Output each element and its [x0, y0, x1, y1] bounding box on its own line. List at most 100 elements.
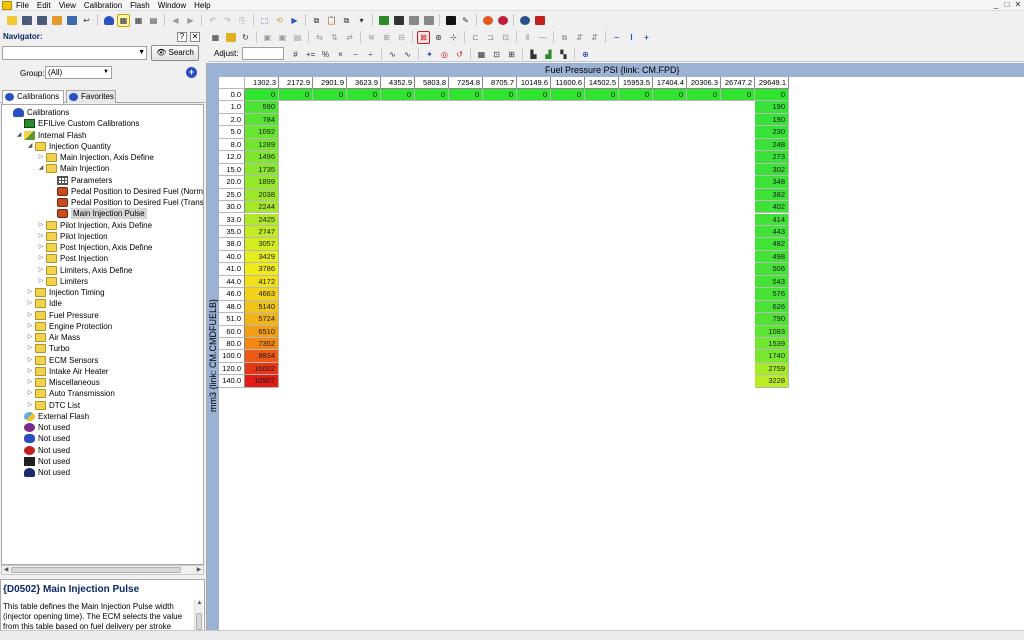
table-cell[interactable] [381, 101, 415, 114]
select-region-icon[interactable]: ⬚ [258, 14, 271, 27]
open-file-icon[interactable] [50, 14, 63, 27]
table-cell[interactable] [551, 375, 585, 388]
table-cell[interactable] [483, 263, 517, 276]
column-header[interactable]: 2901.9 [313, 77, 347, 89]
table-cell[interactable] [381, 138, 415, 152]
table-cell[interactable] [381, 375, 415, 388]
table-cell[interactable] [313, 213, 347, 226]
expand-icon[interactable]: ▷ [37, 265, 45, 276]
table-cell[interactable] [381, 338, 415, 351]
close-window-icon[interactable]: ✕ [1012, 0, 1024, 10]
table-cell[interactable] [347, 362, 381, 376]
table-cell[interactable] [313, 300, 347, 314]
table-cell[interactable]: 5724 [245, 313, 279, 326]
table-cell[interactable] [585, 188, 619, 202]
table-cell[interactable] [313, 138, 347, 152]
table-cell[interactable] [415, 213, 449, 226]
table-cell[interactable] [449, 213, 483, 226]
table-cell[interactable] [721, 338, 755, 351]
table-cell[interactable] [347, 375, 381, 388]
table-cell[interactable] [653, 163, 687, 177]
table-cell[interactable] [653, 313, 687, 326]
table-cell[interactable]: 2425 [245, 213, 279, 226]
table-cell[interactable] [687, 338, 721, 351]
table-cell[interactable] [381, 151, 415, 164]
expand-icon[interactable]: ◢ [15, 130, 23, 141]
table-cell[interactable] [517, 238, 551, 251]
table-cell[interactable] [721, 375, 755, 388]
table-cell[interactable] [653, 263, 687, 276]
table-cell[interactable] [415, 176, 449, 189]
table-cell[interactable] [721, 313, 755, 326]
table-cell[interactable] [619, 113, 653, 127]
table-cell[interactable] [347, 263, 381, 276]
compass-icon[interactable]: ✦ [423, 48, 436, 61]
table-cell[interactable]: 790 [755, 313, 789, 326]
map-icon[interactable]: ⊠ [417, 30, 430, 44]
row-header[interactable]: 41.0 [219, 263, 245, 276]
connect-icon[interactable] [518, 14, 531, 27]
table-cell[interactable] [415, 275, 449, 289]
row-header[interactable]: 120.0 [219, 362, 245, 376]
table-cell[interactable] [415, 126, 449, 139]
table-cell[interactable] [449, 250, 483, 264]
table-cell[interactable] [279, 275, 313, 289]
menu-calibration[interactable]: Calibration [84, 1, 122, 10]
group-select[interactable]: (All) ▼ [45, 66, 112, 79]
grid-view-icon[interactable]: ▤ [147, 14, 160, 27]
column-header[interactable]: 20306.3 [687, 77, 721, 89]
table-cell[interactable] [517, 176, 551, 189]
table-cell[interactable]: 0 [381, 89, 415, 102]
table-cell[interactable] [687, 238, 721, 251]
table-cell[interactable] [313, 250, 347, 264]
table-cell[interactable] [347, 225, 381, 239]
table-cell[interactable] [721, 362, 755, 376]
table-cell[interactable] [721, 213, 755, 226]
table-cell[interactable] [449, 201, 483, 214]
table-cell[interactable] [551, 213, 585, 226]
table-cell[interactable] [347, 313, 381, 326]
table-cell[interactable]: 0 [347, 89, 381, 102]
tree-horizontal-scrollbar[interactable]: ◀ ▶ [1, 565, 204, 575]
scroll-right-icon[interactable]: ▶ [195, 565, 203, 575]
table-cell[interactable] [279, 263, 313, 276]
table-cell[interactable]: 0 [687, 89, 721, 102]
table-cell[interactable] [551, 126, 585, 139]
table-cell[interactable] [483, 288, 517, 301]
chip-icon[interactable] [444, 14, 457, 27]
row-header[interactable]: 8.0 [219, 138, 245, 152]
table-cell[interactable] [551, 151, 585, 164]
expand-icon[interactable]: ▷ [26, 377, 34, 388]
table-cell[interactable] [449, 101, 483, 114]
table-cell[interactable] [483, 338, 517, 351]
table-cell[interactable]: 8834 [245, 350, 279, 363]
table-cell[interactable] [551, 238, 585, 251]
table-cell[interactable] [619, 201, 653, 214]
table-cell[interactable] [551, 338, 585, 351]
table-cell[interactable]: 230 [755, 126, 789, 139]
table-cell[interactable] [585, 362, 619, 376]
table-cell[interactable] [517, 188, 551, 202]
table-cell[interactable]: 498 [755, 250, 789, 264]
row-header[interactable]: 30.0 [219, 201, 245, 214]
set-value-icon[interactable]: # [289, 48, 302, 61]
table-cell[interactable] [415, 101, 449, 114]
row-header[interactable]: 44.0 [219, 275, 245, 289]
table-cell[interactable] [687, 300, 721, 314]
undo-icon[interactable]: ↶ [206, 14, 219, 27]
table-cell[interactable] [653, 375, 687, 388]
table-cell[interactable]: 0 [517, 89, 551, 102]
menu-help[interactable]: Help [194, 1, 210, 10]
table-cell[interactable] [687, 213, 721, 226]
table-cell[interactable]: 590 [245, 101, 279, 114]
flash-read-icon[interactable] [392, 14, 405, 27]
table-cell[interactable]: 402 [755, 201, 789, 214]
undo-arrow-icon[interactable]: ↩ [80, 14, 93, 27]
table-cell[interactable] [585, 126, 619, 139]
table-cell[interactable]: 0 [279, 89, 313, 102]
table-cell[interactable] [653, 151, 687, 164]
expand-icon[interactable]: ▷ [26, 287, 34, 298]
add-circle-icon[interactable]: ⊕ [579, 48, 592, 61]
table-cell[interactable] [653, 275, 687, 289]
scrollbar-thumb[interactable] [11, 567, 181, 573]
